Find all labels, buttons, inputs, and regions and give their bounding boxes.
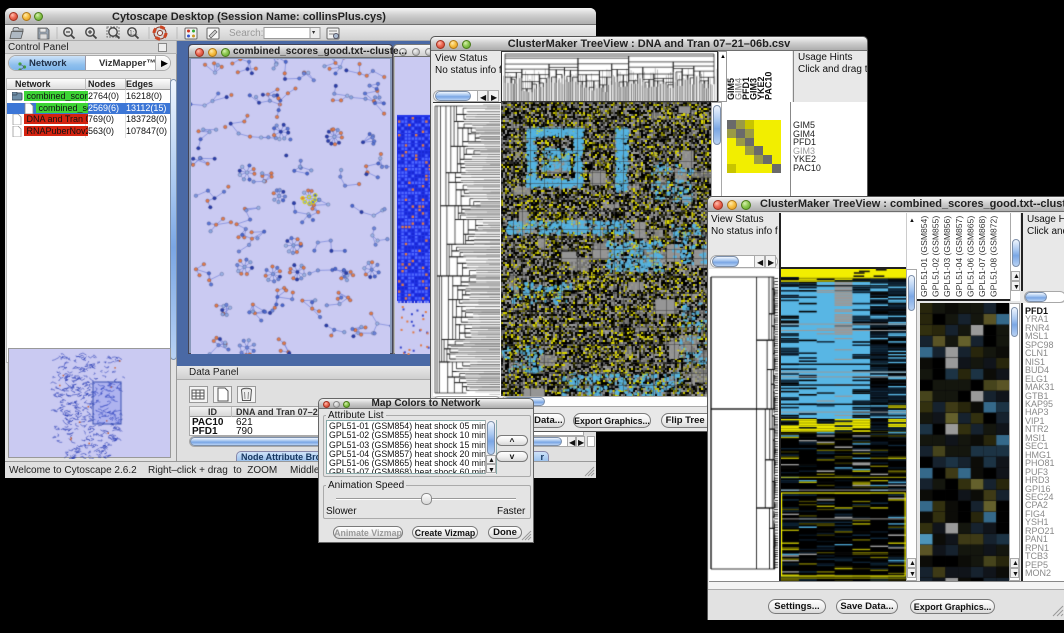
svg-text:PAC10: PAC10 <box>764 72 774 100</box>
svg-text:GPL51-06 (GSM865): GPL51-06 (GSM865) <box>965 216 975 297</box>
svg-text:Search:: Search: <box>229 28 263 39</box>
svg-text:GPL51-01 (GSM854): GPL51-01 (GSM854) <box>919 216 929 297</box>
svg-text:GPL51-03 (GSM856): GPL51-03 (GSM856) <box>942 216 952 297</box>
svg-text:1:1: 1:1 <box>129 31 138 37</box>
svg-text:GPL51-04 (GSM857): GPL51-04 (GSM857) <box>954 216 964 297</box>
svg-text:GPL51-07 (GSM868): GPL51-07 (GSM868) <box>977 216 987 297</box>
svg-text:GPL51-02 (GSM855): GPL51-02 (GSM855) <box>931 216 941 297</box>
svg-text:GPL51-08 (GSM872): GPL51-08 (GSM872) <box>989 216 999 297</box>
